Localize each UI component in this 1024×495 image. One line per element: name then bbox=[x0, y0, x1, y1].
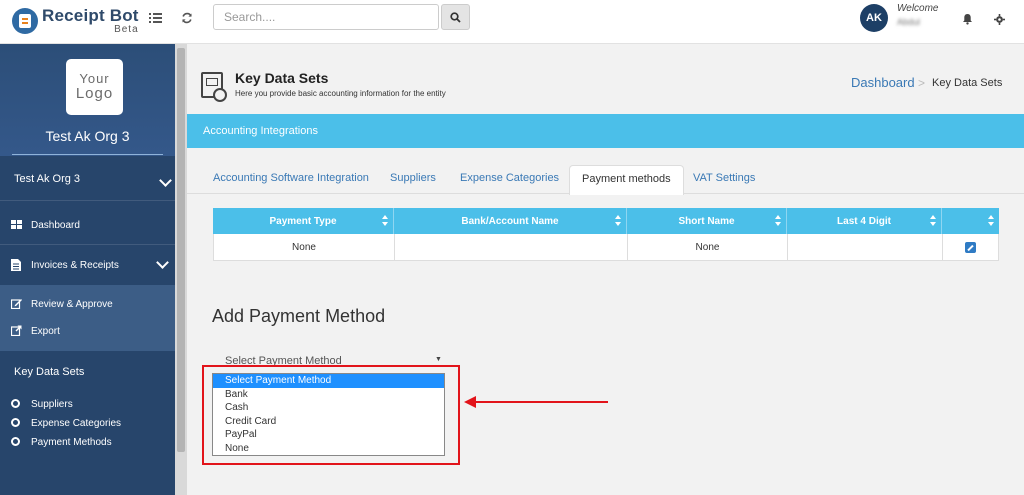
table-cell-actions bbox=[943, 234, 998, 260]
column-header-last-4-digit[interactable]: Last 4 Digit bbox=[787, 208, 942, 234]
chevron-down-icon bbox=[156, 256, 169, 269]
main-content: Key Data Sets Here you provide basic acc… bbox=[187, 44, 1024, 495]
org-selector-label: Test Ak Org 3 bbox=[14, 173, 81, 185]
circle-icon bbox=[11, 437, 20, 446]
sidebar-item-label: Payment Methods bbox=[31, 437, 112, 448]
divider bbox=[0, 244, 175, 245]
sidebar-item-review-approve[interactable]: Review & Approve bbox=[0, 298, 175, 314]
org-title: Test Ak Org 3 bbox=[45, 128, 130, 144]
table-cell: None bbox=[214, 234, 395, 260]
sidebar-item-label: Export bbox=[31, 326, 60, 337]
org-logo-placeholder[interactable]: Your Logo bbox=[66, 59, 123, 115]
sidebar-item-payment-methods[interactable]: Payment Methods bbox=[0, 436, 175, 450]
document-icon bbox=[11, 259, 22, 271]
tab-vat-settings[interactable]: VAT Settings bbox=[681, 165, 767, 195]
key-data-sets-icon bbox=[201, 72, 227, 102]
sidebar-scroll-thumb[interactable] bbox=[177, 48, 185, 452]
tab-bar: Accounting Software Integration Supplier… bbox=[187, 148, 1024, 195]
payment-methods-table: Payment Type Bank/Account Name Short Nam… bbox=[213, 208, 999, 261]
edit-icon bbox=[10, 298, 22, 310]
column-header-short-name[interactable]: Short Name bbox=[627, 208, 787, 234]
gear-icon[interactable] bbox=[991, 13, 1007, 29]
breadcrumb-dashboard[interactable]: Dashboard bbox=[851, 75, 915, 90]
sidebar-item-label: Review & Approve bbox=[31, 299, 113, 310]
sidebar-item-dashboard[interactable]: Dashboard bbox=[0, 219, 175, 235]
app-logo[interactable]: Receipt Bot Beta bbox=[12, 5, 139, 37]
table-cell bbox=[395, 234, 628, 260]
sidebar-header: Your Logo Test Ak Org 3 bbox=[0, 44, 175, 156]
org-selector[interactable]: Test Ak Org 3 bbox=[0, 173, 175, 193]
sort-icon bbox=[930, 215, 936, 226]
receipt-bot-icon bbox=[12, 8, 38, 34]
column-header-label: Bank/Account Name bbox=[461, 215, 559, 227]
bell-icon[interactable] bbox=[959, 13, 975, 29]
table-header: Payment Type Bank/Account Name Short Nam… bbox=[213, 208, 999, 234]
refresh-icon[interactable] bbox=[179, 12, 195, 28]
user-name: Abdul bbox=[897, 17, 921, 27]
sidebar: Your Logo Test Ak Org 3 Test Ak Org 3 Da… bbox=[0, 44, 175, 495]
invoices-submenu: Review & Approve Export bbox=[0, 285, 175, 351]
page-title: Key Data Sets bbox=[235, 70, 329, 86]
logo-text-line1: Your bbox=[79, 71, 110, 86]
column-header-label: Payment Type bbox=[269, 215, 337, 227]
table-cell bbox=[788, 234, 943, 260]
tab-payment-methods[interactable]: Payment methods bbox=[569, 165, 684, 195]
annotation-highlight-box bbox=[202, 365, 460, 465]
annotation-arrow-line bbox=[472, 401, 608, 403]
search-icon bbox=[450, 11, 461, 23]
column-header-bank-account-name[interactable]: Bank/Account Name bbox=[394, 208, 627, 234]
logo-text-line2: Logo bbox=[75, 85, 114, 102]
add-payment-method-title: Add Payment Method bbox=[212, 306, 386, 326]
chevron-down-icon bbox=[159, 174, 172, 187]
top-bar: Receipt Bot Beta AK Welcome Abdul bbox=[0, 0, 1024, 44]
breadcrumb-current: Key Data Sets bbox=[932, 77, 1003, 89]
search-button[interactable] bbox=[441, 4, 470, 30]
key-data-sets-heading: Key Data Sets bbox=[14, 366, 85, 378]
sidebar-item-label: Suppliers bbox=[31, 399, 73, 410]
dropdown-arrow-icon[interactable]: ▼ bbox=[435, 356, 442, 363]
page-subtitle: Here you provide basic accounting inform… bbox=[235, 89, 446, 98]
app-badge: Beta bbox=[114, 24, 139, 35]
tab-suppliers[interactable]: Suppliers bbox=[378, 165, 448, 195]
column-header-payment-type[interactable]: Payment Type bbox=[213, 208, 394, 234]
banner-title: Accounting Integrations bbox=[203, 125, 318, 137]
external-link-icon bbox=[10, 325, 22, 337]
welcome-text: Welcome bbox=[897, 3, 939, 14]
sidebar-item-export[interactable]: Export bbox=[0, 325, 175, 341]
sort-icon bbox=[615, 215, 621, 226]
tab-accounting-software-integration[interactable]: Accounting Software Integration bbox=[201, 165, 381, 195]
breadcrumb-separator-icon: > bbox=[918, 76, 926, 90]
search-box bbox=[213, 4, 439, 30]
list-menu-icon[interactable] bbox=[147, 12, 163, 28]
sidebar-item-suppliers[interactable]: Suppliers bbox=[0, 398, 175, 412]
column-header-label: Short Name bbox=[678, 215, 735, 227]
column-header-label: Last 4 Digit bbox=[837, 215, 891, 227]
divider bbox=[0, 200, 175, 201]
sidebar-item-label: Invoices & Receipts bbox=[31, 260, 119, 271]
table-cell: None bbox=[628, 234, 788, 260]
sort-icon bbox=[382, 215, 388, 226]
circle-icon bbox=[11, 399, 20, 408]
circle-icon bbox=[11, 418, 20, 427]
org-title-underline bbox=[12, 154, 163, 155]
sort-icon bbox=[775, 215, 781, 226]
user-avatar[interactable]: AK bbox=[860, 4, 888, 32]
tab-expense-categories[interactable]: Expense Categories bbox=[448, 165, 571, 195]
search-input[interactable] bbox=[214, 5, 438, 29]
sidebar-item-invoices[interactable]: Invoices & Receipts bbox=[0, 256, 175, 275]
dashboard-icon bbox=[11, 220, 22, 231]
section-banner: Accounting Integrations bbox=[187, 114, 1024, 148]
edit-icon[interactable] bbox=[965, 241, 976, 253]
column-header-actions[interactable] bbox=[942, 208, 999, 234]
sort-icon bbox=[988, 215, 994, 226]
sidebar-item-label: Dashboard bbox=[31, 220, 80, 231]
sidebar-item-label: Expense Categories bbox=[31, 418, 122, 429]
table-row: None None bbox=[213, 234, 999, 261]
sidebar-item-expense-categories[interactable]: Expense Categories bbox=[0, 417, 175, 431]
app-name: Receipt Bot bbox=[42, 6, 139, 25]
